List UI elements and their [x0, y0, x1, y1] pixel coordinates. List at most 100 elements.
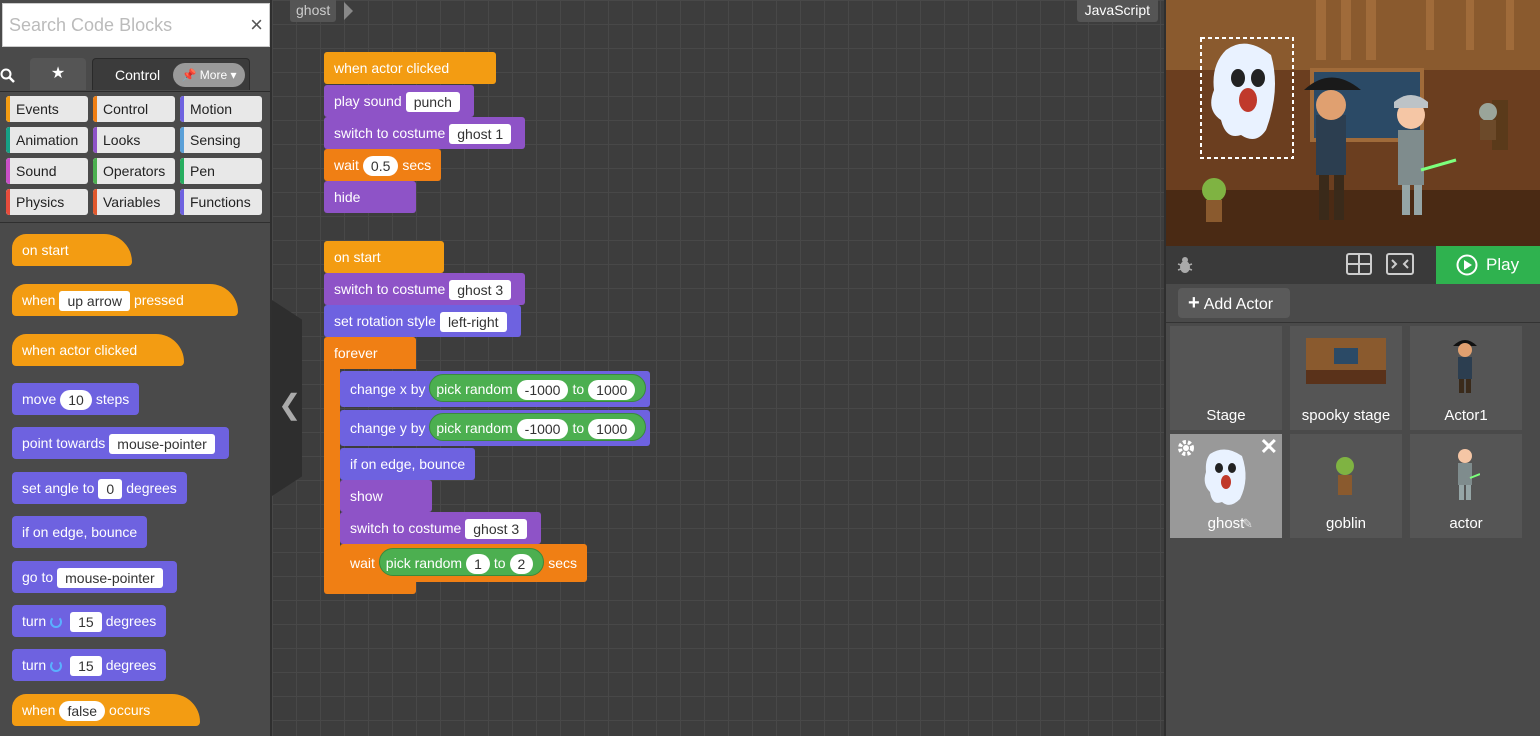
key-dropdown[interactable]: up arrow: [59, 291, 130, 312]
random-min-input[interactable]: -1000: [516, 380, 569, 401]
random-max-input[interactable]: 1000: [588, 419, 636, 440]
actor-card-actor[interactable]: actor: [1410, 434, 1522, 538]
block-point-towards[interactable]: point towards mouse-pointer: [12, 427, 229, 459]
block-label: pick random: [436, 420, 513, 436]
block-wait[interactable]: wait 0.5 secs: [324, 149, 442, 181]
block-go-to[interactable]: go to mouse-pointer: [12, 561, 177, 593]
search-icon[interactable]: [0, 68, 16, 84]
pick-random-reporter[interactable]: pick random -1000 to 1000: [429, 413, 647, 441]
grid-layout-icon[interactable]: [1346, 253, 1372, 275]
condition-slot[interactable]: false: [59, 701, 106, 722]
close-icon[interactable]: ✕: [1260, 434, 1278, 460]
rotation-dropdown[interactable]: left-right: [439, 312, 507, 333]
fullscreen-icon[interactable]: [1386, 253, 1414, 275]
category-pen[interactable]: Pen: [180, 158, 262, 184]
block-label: if on edge, bounce: [22, 524, 138, 540]
wait-input[interactable]: 0.5: [362, 156, 399, 177]
degrees-input[interactable]: 15: [70, 656, 102, 677]
block-switch-costume[interactable]: switch to costume ghost 1: [324, 117, 526, 149]
block-change-y[interactable]: change y by pick random -1000 to 1000: [340, 410, 651, 446]
category-operators[interactable]: Operators: [93, 158, 175, 184]
category-sound[interactable]: Sound: [6, 158, 88, 184]
tab-control[interactable]: Control 📌 More ▾: [92, 58, 250, 90]
block-switch-costume[interactable]: switch to costume ghost 3: [324, 273, 526, 305]
block-show[interactable]: show: [340, 480, 432, 512]
block-set-rotation-style[interactable]: set rotation style left-right: [324, 305, 521, 337]
game-stage[interactable]: [1166, 0, 1540, 246]
block-set-angle[interactable]: set angle to 0 degrees: [12, 472, 187, 504]
ghost-thumbnail: [1204, 449, 1246, 505]
block-turn-right[interactable]: turn 15 degrees: [12, 605, 167, 637]
target-dropdown[interactable]: mouse-pointer: [109, 434, 215, 455]
random-max-input[interactable]: 1000: [588, 380, 636, 401]
category-animation[interactable]: Animation: [6, 127, 88, 153]
block-switch-costume[interactable]: switch to costume ghost 3: [340, 512, 542, 544]
block-edge-bounce[interactable]: if on edge, bounce: [340, 448, 476, 480]
tab-favorites[interactable]: ★: [30, 58, 86, 90]
block-move-steps[interactable]: move 10 steps: [12, 383, 140, 415]
code-workspace[interactable]: ghost JavaScript ❮ when actor clicked pl…: [272, 0, 1164, 736]
target-dropdown[interactable]: mouse-pointer: [57, 568, 163, 589]
block-play-sound[interactable]: play sound punch: [324, 85, 474, 117]
rotate-counterclockwise-icon: [50, 660, 63, 673]
add-actor-label: Add Actor: [1203, 296, 1274, 313]
block-turn-left[interactable]: turn 15 degrees: [12, 649, 167, 681]
category-looks[interactable]: Looks: [93, 127, 175, 153]
random-max-input[interactable]: 2: [509, 554, 534, 575]
pick-random-reporter[interactable]: pick random -1000 to 1000: [429, 374, 647, 402]
collapse-palette-tab[interactable]: ❮: [272, 300, 302, 496]
block-label: when: [22, 292, 56, 308]
actor-card-actor1[interactable]: Actor1: [1410, 326, 1522, 430]
block-change-x[interactable]: change x by pick random -1000 to 1000: [340, 371, 651, 407]
sound-dropdown[interactable]: punch: [405, 92, 460, 113]
category-functions[interactable]: Functions: [180, 189, 262, 215]
javascript-toggle-button[interactable]: JavaScript: [1076, 0, 1158, 22]
block-label: turn: [22, 657, 47, 673]
pick-random-reporter[interactable]: pick random 1 to 2: [378, 548, 545, 576]
bug-icon[interactable]: [1176, 255, 1194, 275]
degrees-input[interactable]: 15: [70, 612, 102, 633]
actor-card-ghost[interactable]: ✕ ghost ✎: [1170, 434, 1282, 538]
block-when-actor-clicked[interactable]: when actor clicked: [12, 334, 184, 366]
actor-name: goblin: [1325, 515, 1367, 532]
pencil-icon[interactable]: ✎: [1242, 516, 1253, 532]
rotate-clockwise-icon: [50, 616, 63, 629]
block-when-key-pressed[interactable]: when up arrow pressed: [12, 284, 238, 316]
costume-dropdown[interactable]: ghost 3: [465, 519, 528, 540]
block-wait-random[interactable]: wait pick random 1 to 2 secs: [340, 544, 588, 582]
category-variables[interactable]: Variables: [93, 189, 175, 215]
search-input[interactable]: [3, 4, 233, 46]
random-min-input[interactable]: 1: [466, 554, 490, 575]
block-label: when actor clicked: [334, 60, 450, 76]
breadcrumb[interactable]: ghost: [290, 0, 337, 22]
more-button[interactable]: 📌 More ▾: [173, 63, 245, 87]
block-edge-bounce[interactable]: if on edge, bounce: [12, 516, 148, 548]
add-actor-button[interactable]: + Add Actor: [1178, 288, 1290, 318]
block-label: move: [22, 391, 57, 407]
costume-dropdown[interactable]: ghost 1: [449, 124, 512, 145]
block-hide[interactable]: hide: [324, 181, 416, 213]
block-on-start[interactable]: on start: [12, 234, 132, 266]
block-label: pressed: [133, 292, 184, 308]
gear-icon[interactable]: [1176, 438, 1196, 458]
play-button[interactable]: Play: [1436, 246, 1540, 284]
category-control[interactable]: Control: [93, 96, 175, 122]
stage-scene: [1166, 0, 1540, 246]
actor-card-goblin[interactable]: goblin: [1290, 434, 1402, 538]
steps-input[interactable]: 10: [60, 390, 92, 411]
random-min-input[interactable]: -1000: [516, 419, 569, 440]
costume-dropdown[interactable]: ghost 3: [449, 280, 512, 301]
script-hat-on-start[interactable]: on start: [324, 241, 444, 273]
category-events[interactable]: Events: [6, 96, 88, 122]
actor-card-stage[interactable]: Stage: [1170, 326, 1282, 430]
category-sensing[interactable]: Sensing: [180, 127, 262, 153]
category-physics[interactable]: Physics: [6, 189, 88, 215]
close-icon[interactable]: ×: [250, 12, 263, 38]
script-hat-when-actor-clicked[interactable]: when actor clicked: [324, 52, 496, 84]
actor-card-spooky-stage[interactable]: spooky stage: [1290, 326, 1402, 430]
block-label: switch to costume: [334, 281, 446, 297]
category-motion[interactable]: Motion: [180, 96, 262, 122]
block-when-occurs[interactable]: when false occurs: [12, 694, 200, 726]
chevron-right-icon: [344, 2, 353, 20]
angle-input[interactable]: 0: [98, 479, 123, 500]
